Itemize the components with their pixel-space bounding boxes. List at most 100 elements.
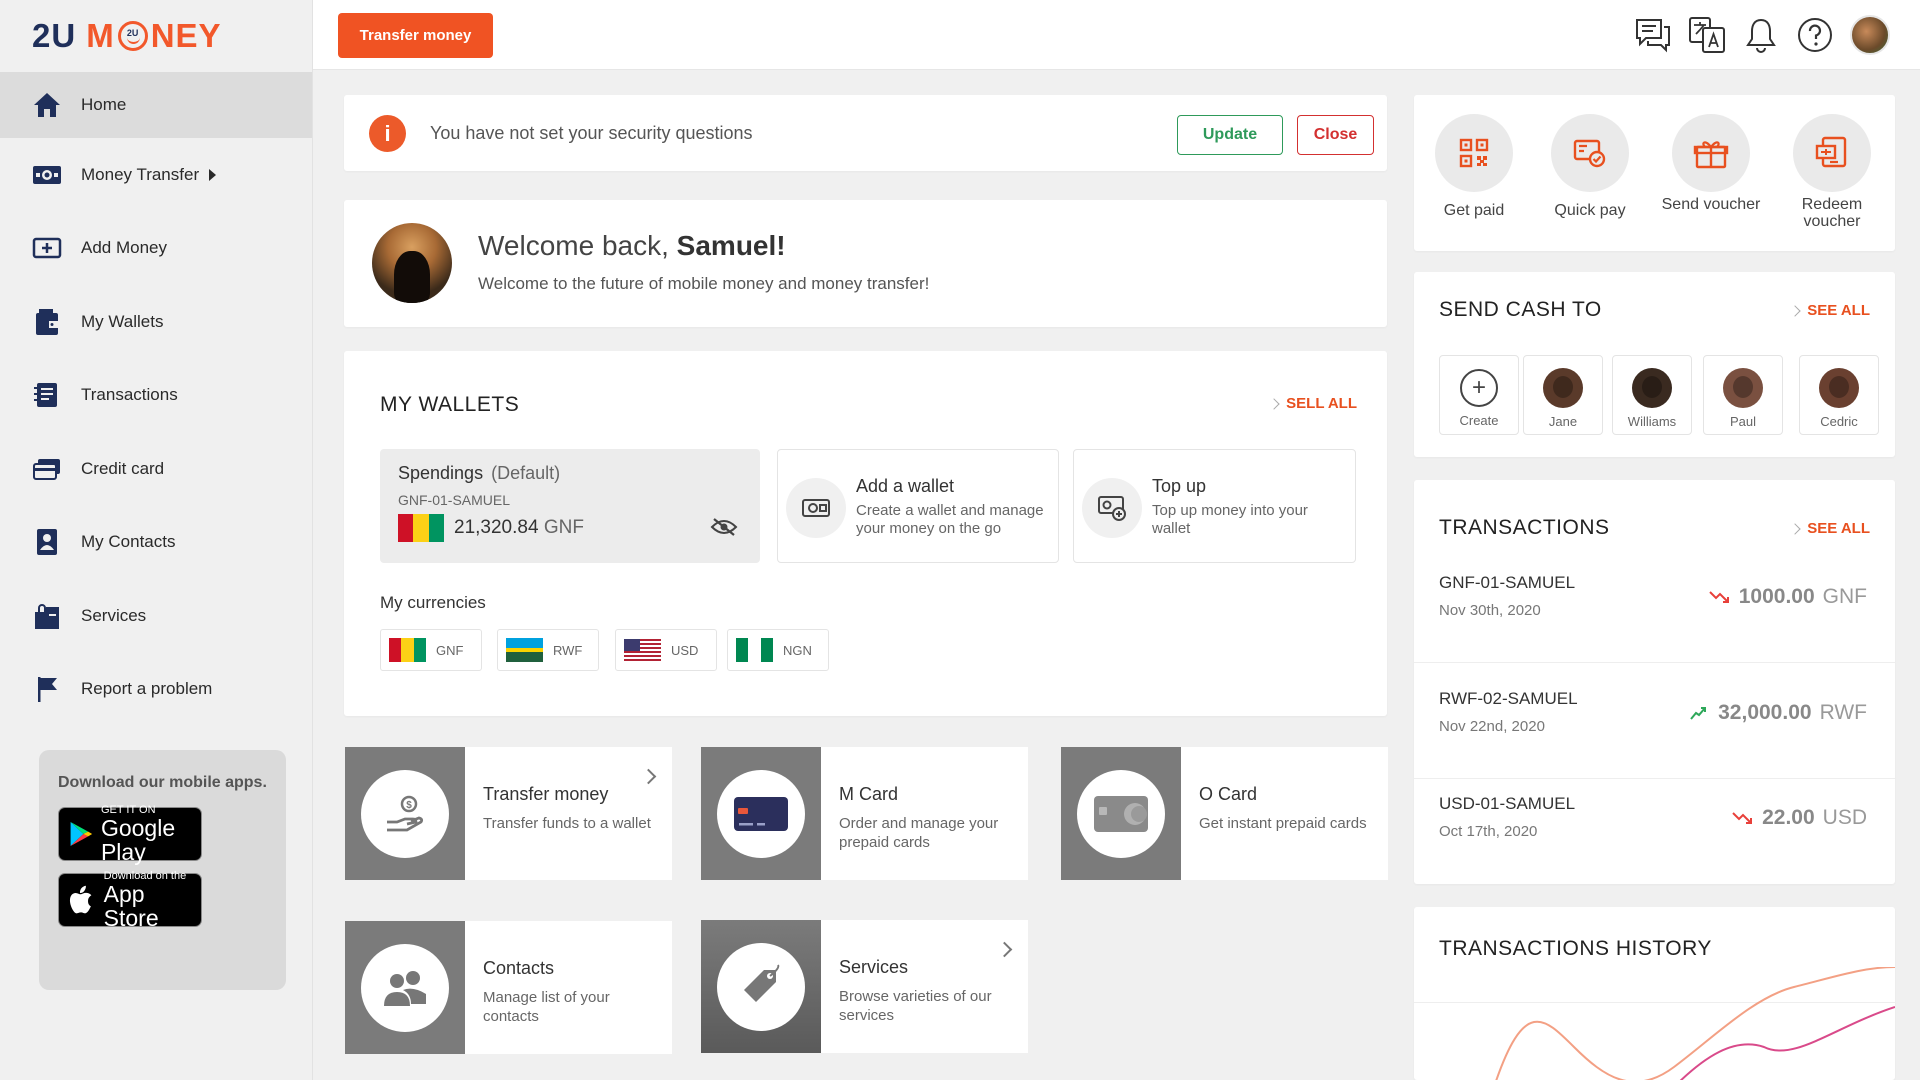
currency-chip-usd[interactable]: USD [615, 629, 717, 671]
o-card-tile[interactable]: O Card Get instant prepaid cards [1061, 747, 1388, 880]
sidebar-item-add-money[interactable]: Add Money [0, 212, 312, 286]
welcome-name: Samuel! [676, 230, 786, 261]
top-up-card[interactable]: Top up Top up money into your wallet [1073, 449, 1356, 563]
app-store-big-text: App Store [103, 881, 159, 931]
currency-chip-rwf[interactable]: RWF [497, 629, 599, 671]
send-cash-see-all-label: SEE ALL [1807, 302, 1870, 319]
gift-icon [1672, 114, 1750, 192]
wallets-see-all-label: SELL ALL [1286, 395, 1357, 412]
contact-cedric[interactable]: Cedric [1799, 355, 1879, 435]
default-wallet-card[interactable]: Spendings (Default) GNF-01-SAMUEL 21,320.… [380, 449, 760, 563]
history-chart [1495, 967, 1895, 1080]
send-cash-see-all-link[interactable]: SEE ALL [1789, 302, 1870, 319]
trend-down-icon [1732, 812, 1753, 824]
sidebar-item-my-contacts[interactable]: My Contacts [0, 506, 312, 580]
transaction-row[interactable]: GNF-01-SAMUEL Nov 30th, 2020 1000.00 GNF [1414, 547, 1895, 663]
download-apps-box: Download our mobile apps. GET IT ON Goog… [39, 750, 286, 990]
chevron-right-icon [1268, 397, 1280, 410]
google-play-button[interactable]: GET IT ON Google Play [58, 804, 202, 864]
update-button[interactable]: Update [1177, 115, 1283, 155]
get-paid-button[interactable]: Get paid [1424, 114, 1524, 219]
caret-right-icon [209, 168, 217, 181]
transfer-money-button[interactable]: Transfer money [338, 13, 493, 58]
flag-icon [32, 674, 62, 704]
chevron-right-icon [1789, 522, 1801, 535]
tile-desc: Manage list of your contacts [483, 989, 610, 1025]
quick-action-label: Send voucher [1661, 196, 1761, 213]
tile-desc: Transfer funds to a wallet [483, 815, 651, 832]
sidebar-item-label: Transactions [81, 385, 178, 405]
translate-icon[interactable] [1688, 16, 1726, 54]
m-card-tile[interactable]: M Card Order and manage your prepaid car… [701, 747, 1028, 880]
redeem-voucher-icon [1793, 114, 1871, 192]
sidebar-item-my-wallets[interactable]: My Wallets [0, 285, 312, 359]
guinea-flag-icon [389, 638, 426, 662]
currency-chip-gnf[interactable]: GNF [380, 629, 482, 671]
transaction-date: Nov 22nd, 2020 [1439, 718, 1545, 735]
tile-desc: Get instant prepaid cards [1199, 815, 1367, 832]
services-tile[interactable]: Services Browse varieties of our service… [701, 920, 1028, 1053]
tile-title: Transfer money [483, 784, 609, 804]
transaction-row[interactable]: USD-01-SAMUEL Oct 17th, 2020 22.00 USD [1414, 768, 1895, 884]
sidebar-item-home[interactable]: Home [0, 72, 312, 138]
hide-balance-icon[interactable] [710, 517, 738, 537]
security-alert: i You have not set your security questio… [344, 95, 1387, 171]
sidebar-item-credit-card[interactable]: Credit card [0, 432, 312, 506]
chat-icon[interactable] [1634, 16, 1672, 54]
tile-desc: Browse varieties of our services [839, 988, 992, 1024]
welcome-heading: Welcome back, Samuel! [478, 230, 786, 262]
close-button[interactable]: Close [1297, 115, 1374, 155]
send-voucher-button[interactable]: Send voucher [1661, 114, 1761, 213]
tile-title: Services [839, 957, 909, 977]
contacts-tile[interactable]: Contacts Manage list of your contacts [345, 921, 672, 1054]
contact-paul[interactable]: Paul [1703, 355, 1783, 435]
app-logo[interactable]: 2U M 2U NEY [0, 0, 312, 72]
plus-icon: + [1460, 369, 1498, 407]
contact-avatar [1723, 368, 1763, 408]
user-avatar[interactable] [1850, 15, 1890, 55]
create-contact-button[interactable]: + Create [1439, 355, 1519, 435]
sidebar-item-label: Services [81, 605, 147, 625]
sidebar-item-report-problem[interactable]: Report a problem [0, 653, 312, 727]
send-cash-card: SEND CASH TO SEE ALL + Create Jane Willi… [1414, 272, 1895, 457]
transactions-title: TRANSACTIONS [1439, 516, 1610, 539]
sidebar-item-money-transfer[interactable]: Money Transfer [0, 138, 312, 212]
sidebar-item-transactions[interactable]: Transactions [0, 359, 312, 433]
transactions-history-card: TRANSACTIONS HISTORY [1414, 907, 1895, 1080]
transactions-see-all-link[interactable]: SEE ALL [1789, 520, 1870, 537]
contact-avatar [1632, 368, 1672, 408]
add-wallet-icon [786, 478, 846, 538]
transaction-amount-value: 32,000.00 [1718, 701, 1812, 724]
wallet-balance: 21,320.84 GNF [454, 517, 584, 539]
contact-name: Cedric [1820, 414, 1858, 429]
currency-chip-ngn[interactable]: NGN [727, 629, 829, 671]
transfer-money-tile[interactable]: $ Transfer money Transfer funds to a wal… [345, 747, 672, 880]
contact-name: Paul [1729, 414, 1757, 429]
apple-icon [69, 885, 92, 914]
redeem-voucher-button[interactable]: Redeem voucher [1782, 114, 1882, 230]
add-money-icon [32, 233, 62, 263]
add-wallet-card[interactable]: Add a wallet Create a wallet and manage … [777, 449, 1059, 563]
wallet-default-tag: (Default) [491, 463, 561, 483]
tile-title: O Card [1199, 784, 1258, 804]
sidebar-item-services[interactable]: Services [0, 579, 312, 653]
contact-jane[interactable]: Jane [1523, 355, 1603, 435]
help-icon[interactable] [1796, 16, 1834, 54]
wallets-see-all-link[interactable]: SELL ALL [1268, 395, 1357, 412]
quick-pay-button[interactable]: Quick pay [1540, 114, 1640, 219]
transaction-row[interactable]: RWF-02-SAMUEL Nov 22nd, 2020 32,000.00 RW… [1414, 663, 1895, 779]
chevron-right-icon [1789, 304, 1801, 317]
transaction-amount-value: 22.00 [1762, 806, 1815, 829]
currency-code: GNF [436, 642, 464, 658]
guinea-flag-icon [398, 514, 444, 542]
services-icon [32, 601, 62, 631]
contacts-icon [32, 527, 62, 557]
wallet-balance-amount: 21,320.84 [454, 517, 539, 538]
welcome-subtitle: Welcome to the future of mobile money an… [478, 274, 930, 293]
contact-williams[interactable]: Williams [1612, 355, 1692, 435]
tile-icon-panel [1061, 747, 1181, 880]
wallet-id: GNF-01-SAMUEL [398, 492, 511, 508]
notification-bell-icon[interactable] [1742, 16, 1780, 54]
logo-smile-icon: 2U [117, 21, 148, 51]
app-store-button[interactable]: Download on the App Store [58, 870, 202, 931]
